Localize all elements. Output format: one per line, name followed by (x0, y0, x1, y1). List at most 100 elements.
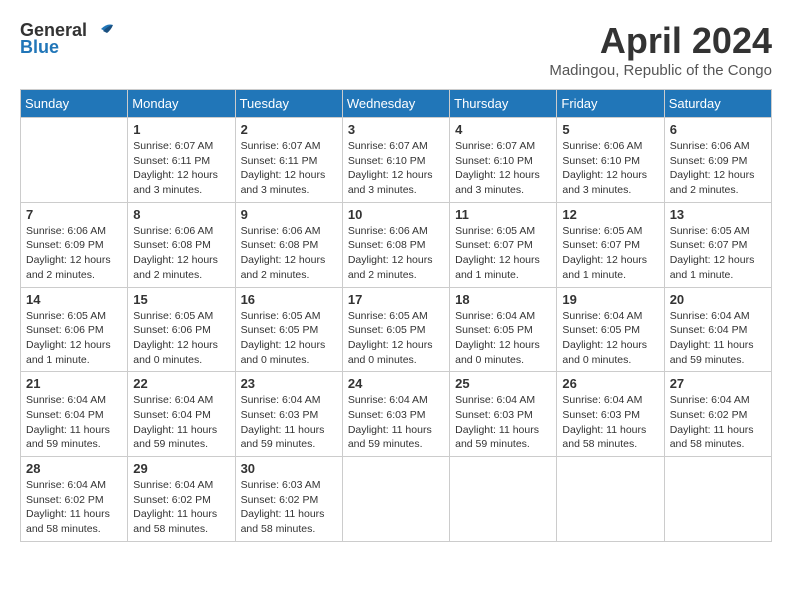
day-detail: Sunrise: 6:06 AM Sunset: 6:08 PM Dayligh… (348, 224, 444, 283)
day-number: 4 (455, 122, 551, 137)
day-detail: Sunrise: 6:07 AM Sunset: 6:11 PM Dayligh… (133, 139, 229, 198)
day-detail: Sunrise: 6:05 AM Sunset: 6:05 PM Dayligh… (241, 309, 337, 368)
header: General Blue April 2024 Madingou, Republ… (20, 20, 772, 79)
calendar-cell: 1 Sunrise: 6:07 AM Sunset: 6:11 PM Daylig… (128, 118, 235, 203)
day-number: 22 (133, 376, 229, 391)
calendar-cell (557, 457, 664, 542)
calendar-cell: 16 Sunrise: 6:05 AM Sunset: 6:05 PM Dayli… (235, 287, 342, 372)
day-number: 21 (26, 376, 122, 391)
day-detail: Sunrise: 6:06 AM Sunset: 6:09 PM Dayligh… (26, 224, 122, 283)
col-tuesday: Tuesday (235, 90, 342, 118)
calendar-cell: 18 Sunrise: 6:04 AM Sunset: 6:05 PM Dayli… (450, 287, 557, 372)
col-friday: Friday (557, 90, 664, 118)
day-number: 25 (455, 376, 551, 391)
calendar-cell (21, 118, 128, 203)
day-number: 15 (133, 292, 229, 307)
day-number: 8 (133, 207, 229, 222)
calendar-cell: 12 Sunrise: 6:05 AM Sunset: 6:07 PM Dayli… (557, 202, 664, 287)
day-number: 3 (348, 122, 444, 137)
day-number: 12 (562, 207, 658, 222)
calendar-week-row: 21Sunrise: 6:04 AM Sunset: 6:04 PM Dayli… (21, 372, 772, 457)
calendar-cell: 27 Sunrise: 6:04 AM Sunset: 6:02 PM Dayli… (664, 372, 771, 457)
calendar-cell: 14Sunrise: 6:05 AM Sunset: 6:06 PM Dayli… (21, 287, 128, 372)
day-detail: Sunrise: 6:04 AM Sunset: 6:05 PM Dayligh… (455, 309, 551, 368)
calendar-cell: 30Sunrise: 6:03 AM Sunset: 6:02 PM Dayli… (235, 457, 342, 542)
calendar-cell: 8 Sunrise: 6:06 AM Sunset: 6:08 PM Daylig… (128, 202, 235, 287)
calendar-cell: 23 Sunrise: 6:04 AM Sunset: 6:03 PM Dayli… (235, 372, 342, 457)
day-number: 26 (562, 376, 658, 391)
calendar-cell: 10 Sunrise: 6:06 AM Sunset: 6:08 PM Dayli… (342, 202, 449, 287)
calendar-cell: 24 Sunrise: 6:04 AM Sunset: 6:03 PM Dayli… (342, 372, 449, 457)
calendar-week-row: 28 Sunrise: 6:04 AM Sunset: 6:02 PM Dayli… (21, 457, 772, 542)
day-detail: Sunrise: 6:05 AM Sunset: 6:05 PM Dayligh… (348, 309, 444, 368)
day-detail: Sunrise: 6:06 AM Sunset: 6:10 PM Dayligh… (562, 139, 658, 198)
day-number: 16 (241, 292, 337, 307)
calendar-table: Sunday Monday Tuesday Wednesday Thursday… (20, 89, 772, 542)
col-monday: Monday (128, 90, 235, 118)
day-number: 24 (348, 376, 444, 391)
day-number: 30 (241, 461, 337, 476)
calendar-cell: 5 Sunrise: 6:06 AM Sunset: 6:10 PM Daylig… (557, 118, 664, 203)
calendar-week-row: 1 Sunrise: 6:07 AM Sunset: 6:11 PM Daylig… (21, 118, 772, 203)
calendar-cell: 29Sunrise: 6:04 AM Sunset: 6:02 PM Dayli… (128, 457, 235, 542)
calendar-cell: 3 Sunrise: 6:07 AM Sunset: 6:10 PM Daylig… (342, 118, 449, 203)
col-sunday: Sunday (21, 90, 128, 118)
day-detail: Sunrise: 6:04 AM Sunset: 6:03 PM Dayligh… (348, 393, 444, 452)
col-saturday: Saturday (664, 90, 771, 118)
calendar-cell: 11Sunrise: 6:05 AM Sunset: 6:07 PM Dayli… (450, 202, 557, 287)
day-detail: Sunrise: 6:06 AM Sunset: 6:08 PM Dayligh… (241, 224, 337, 283)
day-number: 27 (670, 376, 766, 391)
col-wednesday: Wednesday (342, 90, 449, 118)
day-number: 14 (26, 292, 122, 307)
calendar-cell: 26Sunrise: 6:04 AM Sunset: 6:03 PM Dayli… (557, 372, 664, 457)
calendar-cell: 7Sunrise: 6:06 AM Sunset: 6:09 PM Daylig… (21, 202, 128, 287)
day-number: 11 (455, 207, 551, 222)
col-thursday: Thursday (450, 90, 557, 118)
day-detail: Sunrise: 6:04 AM Sunset: 6:02 PM Dayligh… (670, 393, 766, 452)
day-number: 2 (241, 122, 337, 137)
day-number: 28 (26, 461, 122, 476)
day-detail: Sunrise: 6:04 AM Sunset: 6:04 PM Dayligh… (670, 309, 766, 368)
day-detail: Sunrise: 6:04 AM Sunset: 6:03 PM Dayligh… (241, 393, 337, 452)
day-detail: Sunrise: 6:06 AM Sunset: 6:08 PM Dayligh… (133, 224, 229, 283)
calendar-cell: 6Sunrise: 6:06 AM Sunset: 6:09 PM Daylig… (664, 118, 771, 203)
day-number: 9 (241, 207, 337, 222)
calendar-cell: 19 Sunrise: 6:04 AM Sunset: 6:05 PM Dayli… (557, 287, 664, 372)
day-detail: Sunrise: 6:04 AM Sunset: 6:03 PM Dayligh… (455, 393, 551, 452)
calendar-cell: 20Sunrise: 6:04 AM Sunset: 6:04 PM Dayli… (664, 287, 771, 372)
day-detail: Sunrise: 6:04 AM Sunset: 6:05 PM Dayligh… (562, 309, 658, 368)
day-number: 5 (562, 122, 658, 137)
day-number: 13 (670, 207, 766, 222)
logo-blue-text: Blue (20, 37, 59, 58)
calendar-cell: 25 Sunrise: 6:04 AM Sunset: 6:03 PM Dayli… (450, 372, 557, 457)
logo: General Blue (20, 20, 113, 58)
logo-bird-icon (91, 21, 113, 41)
day-detail: Sunrise: 6:04 AM Sunset: 6:02 PM Dayligh… (26, 478, 122, 537)
calendar-cell (450, 457, 557, 542)
location-subtitle: Madingou, Republic of the Congo (549, 62, 772, 79)
day-detail: Sunrise: 6:07 AM Sunset: 6:10 PM Dayligh… (348, 139, 444, 198)
day-detail: Sunrise: 6:05 AM Sunset: 6:07 PM Dayligh… (562, 224, 658, 283)
day-number: 18 (455, 292, 551, 307)
calendar-cell (664, 457, 771, 542)
day-number: 1 (133, 122, 229, 137)
calendar-cell (342, 457, 449, 542)
calendar-cell: 21Sunrise: 6:04 AM Sunset: 6:04 PM Dayli… (21, 372, 128, 457)
calendar-cell: 9 Sunrise: 6:06 AM Sunset: 6:08 PM Daylig… (235, 202, 342, 287)
calendar-header-row: Sunday Monday Tuesday Wednesday Thursday… (21, 90, 772, 118)
day-number: 23 (241, 376, 337, 391)
day-number: 19 (562, 292, 658, 307)
day-detail: Sunrise: 6:07 AM Sunset: 6:11 PM Dayligh… (241, 139, 337, 198)
calendar-cell: 4Sunrise: 6:07 AM Sunset: 6:10 PM Daylig… (450, 118, 557, 203)
calendar-cell: 13 Sunrise: 6:05 AM Sunset: 6:07 PM Dayli… (664, 202, 771, 287)
day-number: 6 (670, 122, 766, 137)
calendar-week-row: 14 Sunrise: 6:05 AM Sunset: 6:06 PM Dayli… (21, 287, 772, 372)
day-number: 17 (348, 292, 444, 307)
day-number: 29 (133, 461, 229, 476)
calendar-cell: 28 Sunrise: 6:04 AM Sunset: 6:02 PM Dayli… (21, 457, 128, 542)
calendar-cell: 2 Sunrise: 6:07 AM Sunset: 6:11 PM Daylig… (235, 118, 342, 203)
day-detail: Sunrise: 6:05 AM Sunset: 6:07 PM Dayligh… (670, 224, 766, 283)
day-number: 10 (348, 207, 444, 222)
day-detail: Sunrise: 6:05 AM Sunset: 6:06 PM Dayligh… (133, 309, 229, 368)
calendar-cell: 22Sunrise: 6:04 AM Sunset: 6:04 PM Dayli… (128, 372, 235, 457)
